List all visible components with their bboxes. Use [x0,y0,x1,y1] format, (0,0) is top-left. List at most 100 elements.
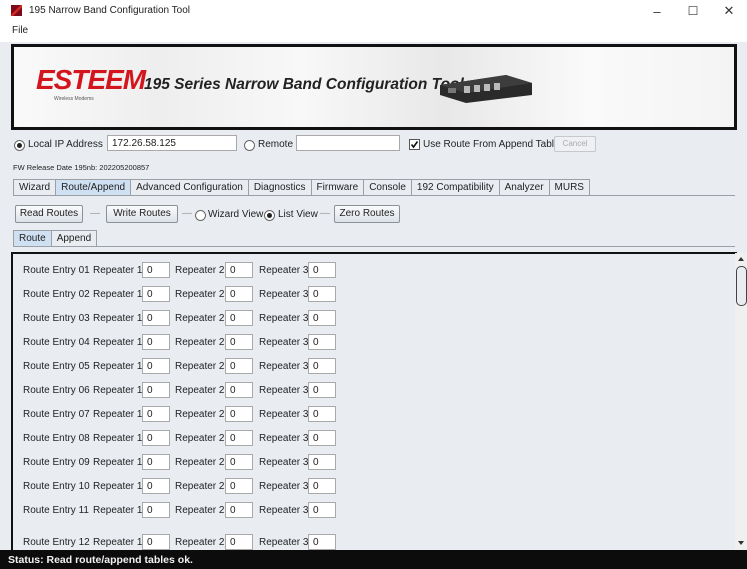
tab-analyzer[interactable]: Analyzer [498,179,550,195]
repeater-1-field[interactable]: 0 [142,382,170,398]
repeater-1-label: Repeater 1 [93,361,143,372]
esteem-logo: ESTEEM [36,64,146,95]
repeater-1-label: Repeater 1 [93,537,143,548]
status-bar: Status: Read route/append tables ok. [0,550,747,569]
repeater-3-label: Repeater 3 [259,385,309,396]
route-entry-label: Route Entry 05 [23,361,90,372]
repeater-2-field[interactable]: 0 [225,286,253,302]
local-ip-radio[interactable] [14,140,25,151]
repeater-2-field[interactable]: 0 [225,262,253,278]
repeater-3-field[interactable]: 0 [308,262,336,278]
repeater-3-field[interactable]: 0 [308,454,336,470]
repeater-1-label: Repeater 1 [93,433,143,444]
repeater-3-field[interactable]: 0 [308,430,336,446]
minimize-button[interactable]: – [639,0,675,22]
repeater-2-field[interactable]: 0 [225,534,253,550]
repeater-2-label: Repeater 2 [175,505,225,516]
tab-firmware[interactable]: Firmware [310,179,365,195]
toolbar-separator: — [182,208,192,219]
repeater-1-field[interactable]: 0 [142,286,170,302]
repeater-2-field[interactable]: 0 [225,406,253,422]
repeater-1-field[interactable]: 0 [142,478,170,494]
local-ip-field[interactable]: 172.26.58.125 [107,135,237,151]
route-entry-label: Route Entry 08 [23,433,90,444]
app-icon [11,5,22,16]
remote-field[interactable] [296,135,400,151]
repeater-3-field[interactable]: 0 [308,478,336,494]
repeater-3-field[interactable]: 0 [308,382,336,398]
close-button[interactable]: ✕ [711,0,747,22]
repeater-1-field[interactable]: 0 [142,358,170,374]
route-entry-label: Route Entry 09 [23,457,90,468]
repeater-1-field[interactable]: 0 [142,534,170,550]
menu-bar: File [0,22,747,42]
repeater-1-field[interactable]: 0 [142,502,170,518]
scroll-up-icon[interactable] [735,254,747,264]
repeater-2-field[interactable]: 0 [225,358,253,374]
cancel-button[interactable]: Cancel [554,136,596,152]
menu-file[interactable]: File [12,25,28,36]
banner-title: 195 Series Narrow Band Configuration Too… [144,76,464,93]
repeater-2-label: Repeater 2 [175,289,225,300]
repeater-2-label: Repeater 2 [175,265,225,276]
repeater-3-field[interactable]: 0 [308,358,336,374]
toolbar-separator: — [90,208,100,219]
repeater-2-field[interactable]: 0 [225,310,253,326]
maximize-button[interactable]: ☐ [675,0,711,22]
scroll-down-icon[interactable] [735,538,747,548]
tab-wizard[interactable]: Wizard [13,179,57,195]
read-routes-button[interactable]: Read Routes [15,205,83,223]
tab-192-compatibility[interactable]: 192 Compatibility [410,179,500,195]
repeater-2-field[interactable]: 0 [225,454,253,470]
repeater-3-label: Repeater 3 [259,481,309,492]
write-routes-button[interactable]: Write Routes [106,205,178,223]
zero-routes-button[interactable]: Zero Routes [334,205,400,223]
repeater-2-label: Repeater 2 [175,481,225,492]
repeater-2-label: Repeater 2 [175,337,225,348]
use-route-checkbox[interactable] [409,139,420,150]
tab-route[interactable]: Route [13,230,52,246]
repeater-3-label: Repeater 3 [259,505,309,516]
repeater-1-field[interactable]: 0 [142,454,170,470]
tab-murs[interactable]: MURS [548,179,590,195]
repeater-1-field[interactable]: 0 [142,262,170,278]
remote-radio[interactable] [244,140,255,151]
repeater-1-label: Repeater 1 [93,385,143,396]
route-entry-label: Route Entry 12 [23,537,90,548]
tab-append[interactable]: Append [50,230,98,246]
repeater-3-field[interactable]: 0 [308,534,336,550]
repeater-1-label: Repeater 1 [93,313,143,324]
use-route-label: Use Route From Append Table [423,139,560,150]
list-view-label: List View [278,209,318,220]
repeater-3-field[interactable]: 0 [308,334,336,350]
repeater-2-field[interactable]: 0 [225,430,253,446]
repeater-3-field[interactable]: 0 [308,502,336,518]
repeater-2-label: Repeater 2 [175,537,225,548]
toolbar-separator: — [320,208,330,219]
repeater-2-field[interactable]: 0 [225,334,253,350]
tab-advanced-configuration[interactable]: Advanced Configuration [130,179,249,195]
repeater-2-label: Repeater 2 [175,313,225,324]
tab-diagnostics[interactable]: Diagnostics [247,179,312,195]
repeater-1-field[interactable]: 0 [142,334,170,350]
route-entry-label: Route Entry 01 [23,265,90,276]
repeater-3-label: Repeater 3 [259,313,309,324]
repeater-2-field[interactable]: 0 [225,478,253,494]
wizard-view-radio[interactable] [195,210,206,221]
repeater-1-field[interactable]: 0 [142,310,170,326]
repeater-2-label: Repeater 2 [175,361,225,372]
repeater-3-field[interactable]: 0 [308,406,336,422]
tab-console[interactable]: Console [363,179,412,195]
repeater-1-field[interactable]: 0 [142,406,170,422]
repeater-3-field[interactable]: 0 [308,286,336,302]
repeater-1-label: Repeater 1 [93,457,143,468]
repeater-3-field[interactable]: 0 [308,310,336,326]
repeater-2-field[interactable]: 0 [225,382,253,398]
tab-route-append[interactable]: Route/Append [55,179,132,195]
repeater-1-field[interactable]: 0 [142,430,170,446]
route-list-scrollbar[interactable] [735,253,747,550]
list-view-radio[interactable] [264,210,275,221]
sub-tab-bar: Route Append [13,230,98,246]
repeater-2-field[interactable]: 0 [225,502,253,518]
scrollbar-thumb[interactable] [736,266,747,306]
